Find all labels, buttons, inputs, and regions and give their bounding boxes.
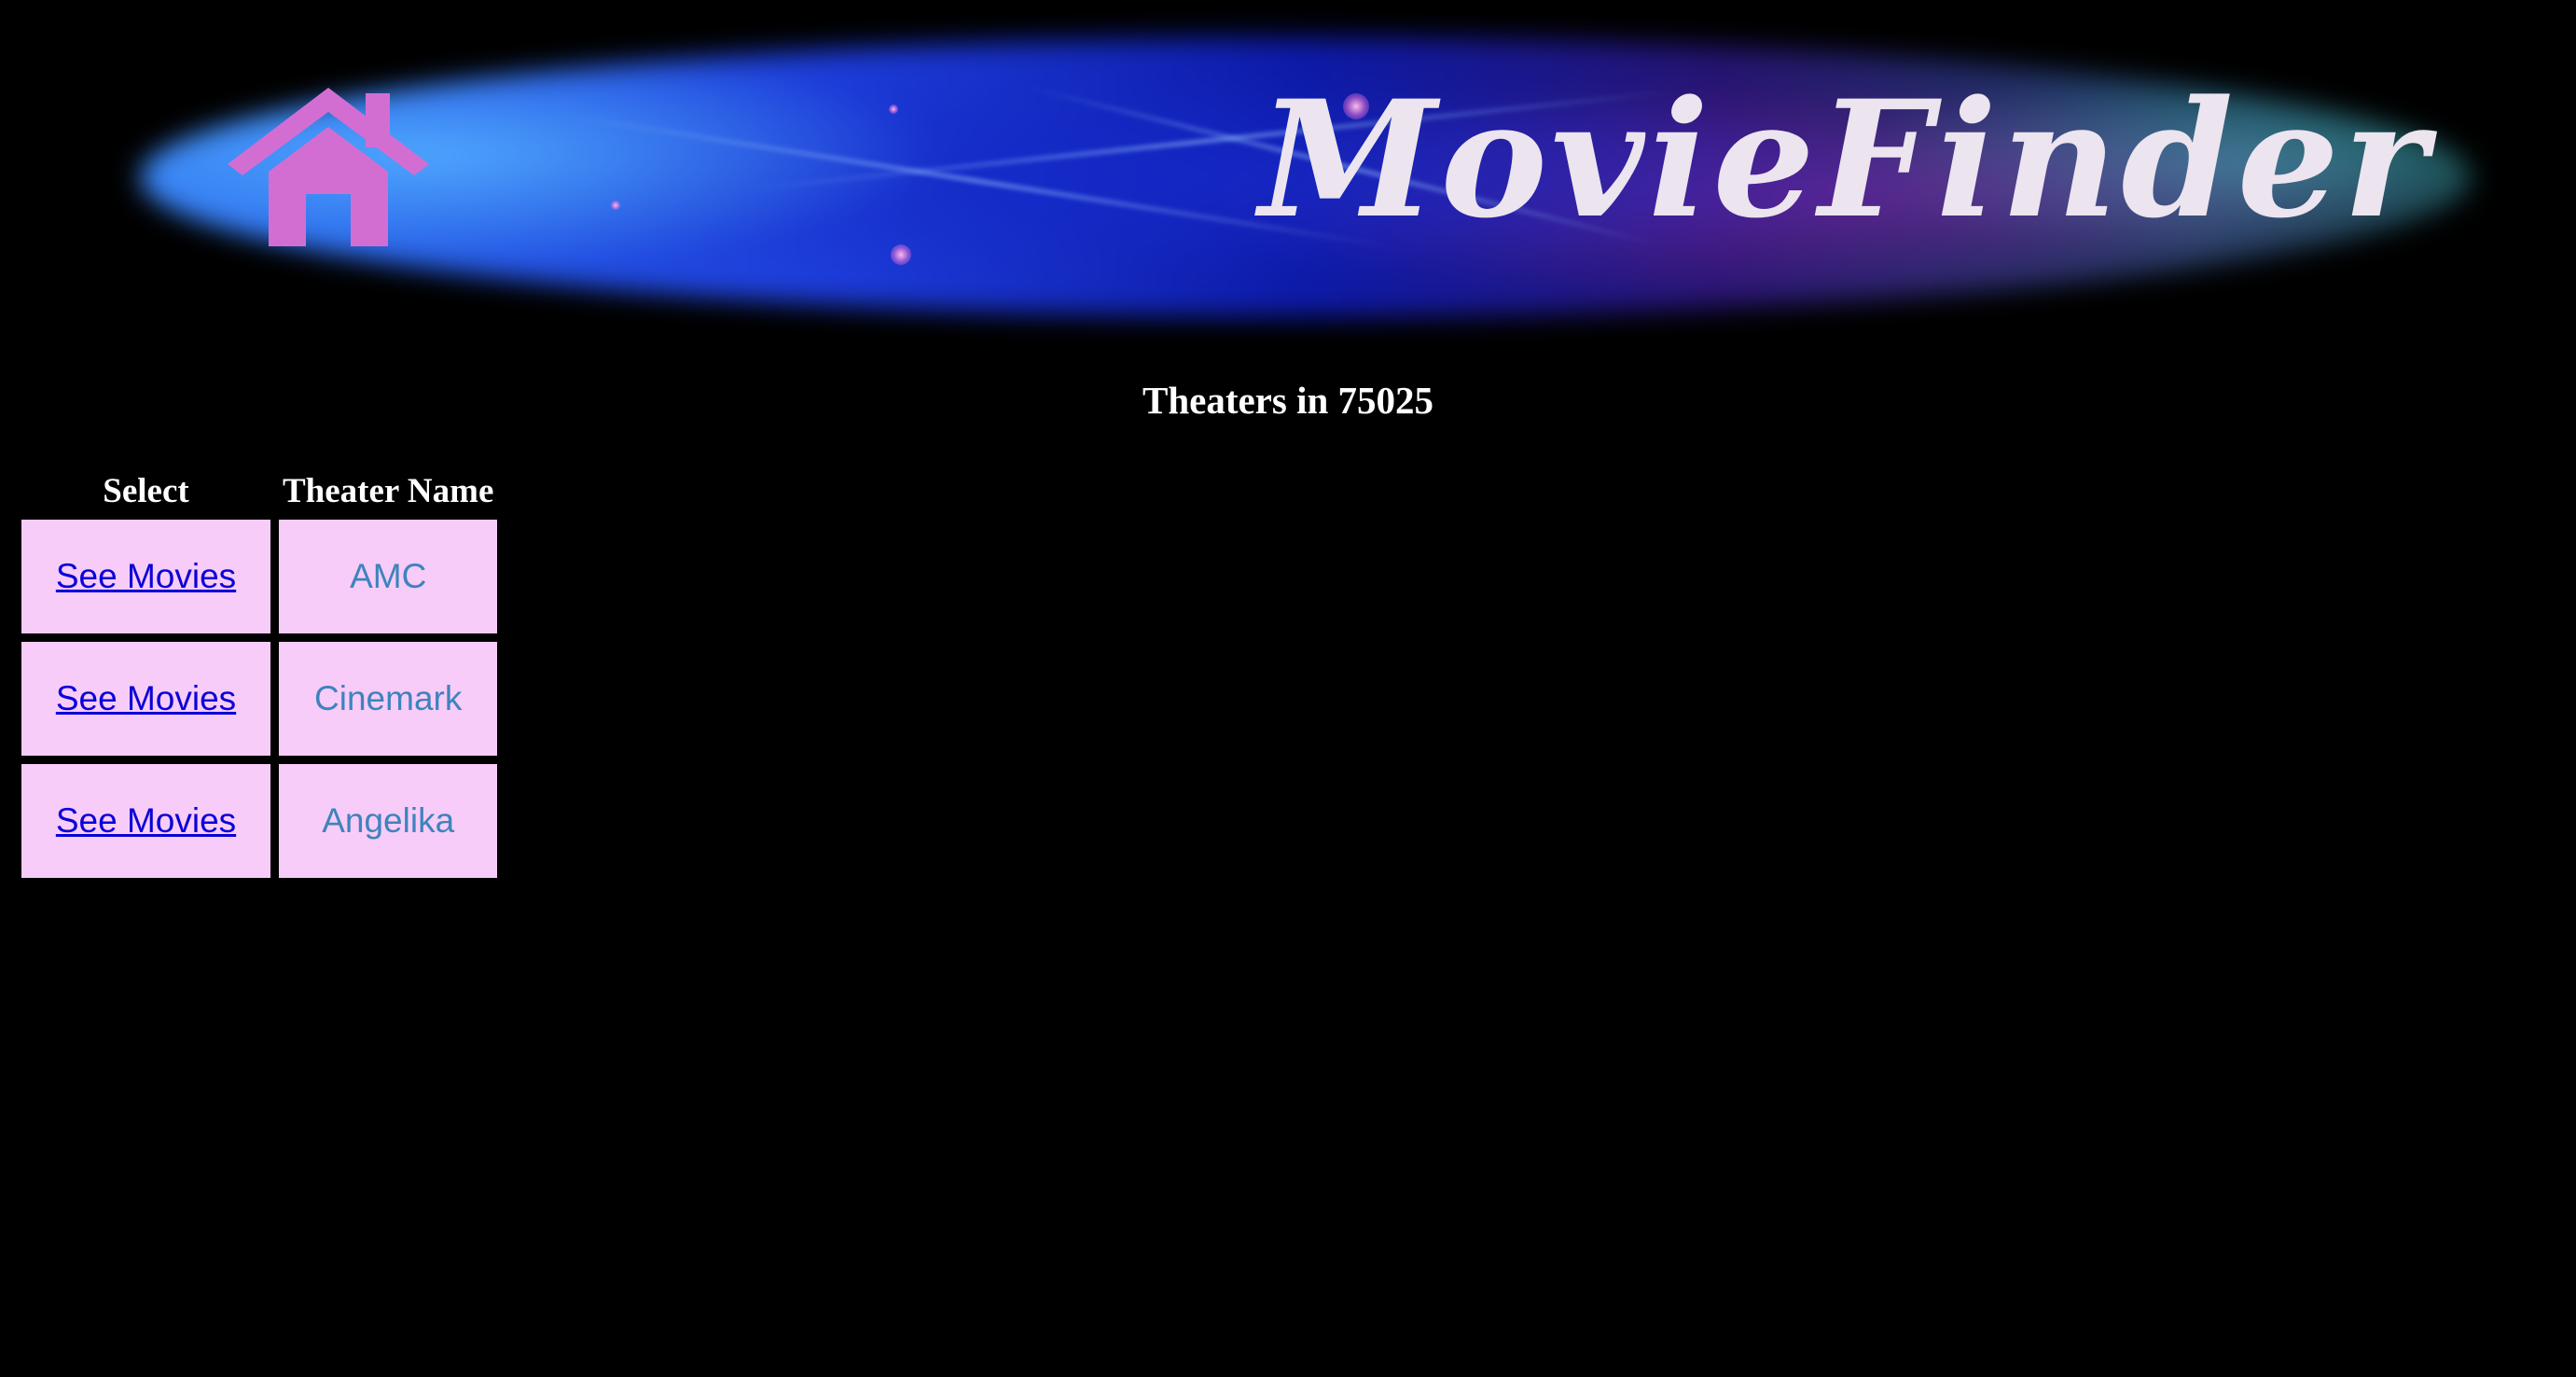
theater-name-cell: Cinemark [279,642,498,756]
see-movies-link[interactable]: See Movies [56,679,236,717]
table-row: See Movies Angelika [21,764,498,878]
theaters-table: Select Theater Name See Movies AMC See M… [13,463,506,886]
banner-sparkle [611,201,620,210]
column-header-theater-name: Theater Name [283,472,494,510]
brand-logo-text: MovieFinder [1259,64,2431,254]
table-row: See Movies Cinemark [21,642,498,756]
see-movies-link[interactable]: See Movies [56,801,236,840]
theater-name-cell: AMC [279,520,498,633]
home-button[interactable] [224,82,434,250]
table-row: See Movies AMC [21,520,498,633]
page-title: Theaters in 75025 [1142,379,1434,422]
home-icon [228,88,429,246]
banner-sparkle [889,104,898,114]
header-banner: MovieFinder [0,0,2576,345]
column-header-select: Select [103,472,189,510]
see-movies-link[interactable]: See Movies [56,557,236,595]
banner-sparkle [891,244,911,265]
table-header-row: Select Theater Name [21,471,497,511]
theater-name-cell: Angelika [279,764,498,878]
select-cell: See Movies [21,764,270,878]
select-cell: See Movies [21,520,270,633]
select-cell: See Movies [21,642,270,756]
